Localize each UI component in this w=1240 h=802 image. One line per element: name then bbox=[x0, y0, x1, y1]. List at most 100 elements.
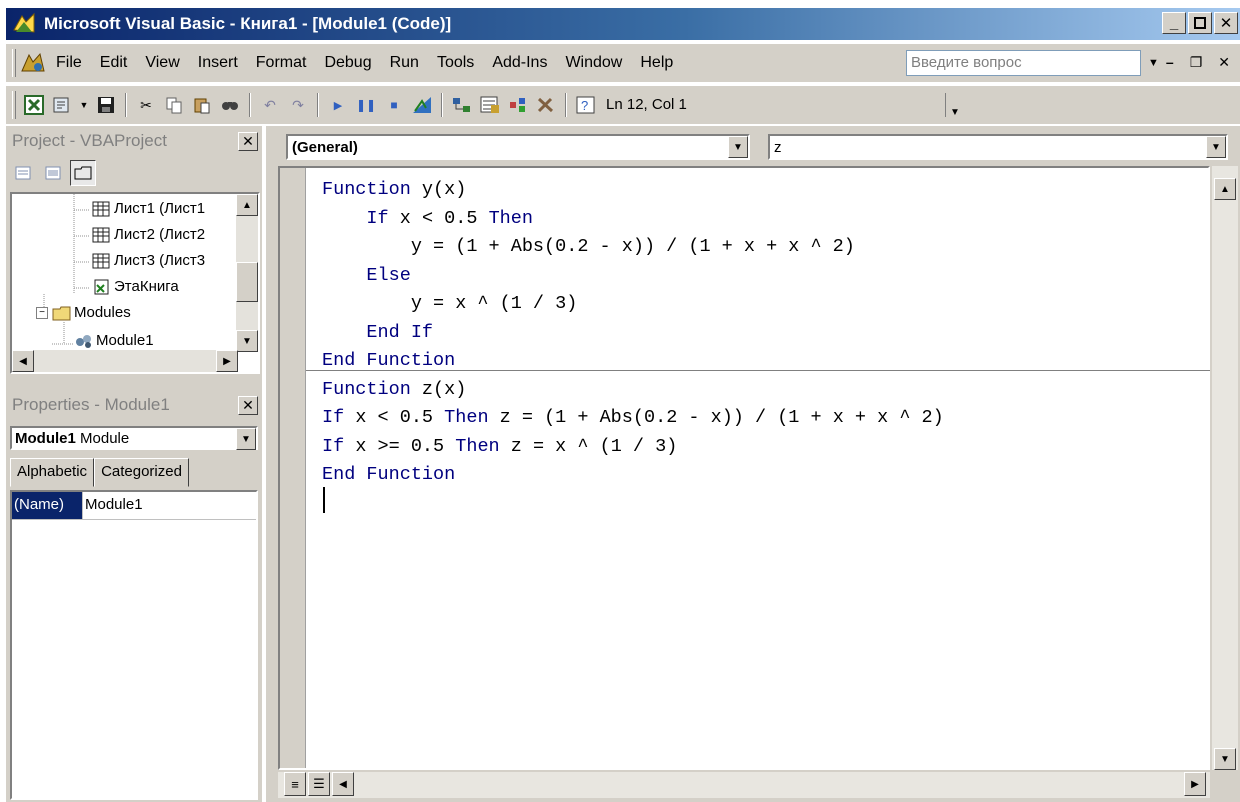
code-line[interactable]: If x < 0.5 Then bbox=[322, 205, 944, 234]
break-icon[interactable]: ❚❚ bbox=[355, 95, 377, 115]
scroll-thumb[interactable] bbox=[236, 262, 258, 302]
object-browser-icon[interactable] bbox=[507, 95, 529, 115]
minimize-button[interactable]: _ bbox=[1162, 12, 1186, 34]
code-line[interactable]: y = (1 + Abs(0.2 - x)) / (1 + x + x ^ 2) bbox=[322, 233, 944, 262]
chevron-down-icon[interactable]: ▼ bbox=[236, 428, 256, 450]
toolbox-icon[interactable] bbox=[535, 95, 557, 115]
project-tree-vscroll[interactable]: ▲ ▼ bbox=[236, 194, 258, 352]
menu-format[interactable]: Format bbox=[256, 54, 307, 72]
help-question-input[interactable]: Введите вопрос bbox=[906, 50, 1141, 76]
code-line[interactable]: If x < 0.5 Then z = (1 + Abs(0.2 - x)) /… bbox=[322, 404, 944, 433]
insert-dropdown-icon[interactable]: ▼ bbox=[79, 95, 89, 115]
save-icon[interactable] bbox=[95, 95, 117, 115]
tab-categorized[interactable]: Categorized bbox=[94, 458, 189, 487]
menu-grip[interactable] bbox=[12, 49, 16, 77]
chevron-down-icon[interactable]: ▼ bbox=[1206, 136, 1226, 158]
vba-menu-icon[interactable] bbox=[20, 51, 46, 75]
code-line[interactable] bbox=[322, 490, 944, 519]
code-line[interactable]: y = x ^ (1 / 3) bbox=[322, 290, 944, 319]
project-explorer-icon[interactable] bbox=[451, 95, 473, 115]
menu-view[interactable]: View bbox=[145, 54, 179, 72]
project-explorer-close-button[interactable]: ✕ bbox=[238, 131, 258, 151]
code-vscroll[interactable]: ▲ ▼ bbox=[1212, 166, 1238, 770]
code-line[interactable]: End Function bbox=[322, 461, 944, 490]
toolbar-options-icon[interactable]: ▼ bbox=[950, 107, 960, 118]
menu-tools[interactable]: Tools bbox=[437, 54, 474, 72]
code-line[interactable]: Function z(x) bbox=[322, 376, 944, 405]
procedure-separator bbox=[306, 370, 1210, 371]
code-editor[interactable]: Function y(x) If x < 0.5 Then y = (1 + A… bbox=[278, 166, 1210, 770]
procedure-view-icon[interactable]: ≡ bbox=[284, 772, 306, 796]
run-icon[interactable]: ▶ bbox=[327, 95, 349, 115]
project-explorer-title: Project - VBAProject bbox=[12, 131, 167, 150]
object-combo[interactable]: (General) ▼ bbox=[286, 134, 750, 160]
menu-add-ins[interactable]: Add-Ins bbox=[492, 54, 547, 72]
help-icon[interactable]: ? bbox=[575, 95, 597, 115]
paste-icon[interactable] bbox=[191, 95, 213, 115]
scroll-down-icon[interactable]: ▼ bbox=[1214, 748, 1236, 770]
full-module-view-icon[interactable]: ☰ bbox=[308, 772, 330, 796]
close-button[interactable]: ✕ bbox=[1214, 12, 1238, 34]
margin-indicator-bar[interactable] bbox=[280, 168, 306, 768]
properties-window-icon[interactable] bbox=[479, 95, 501, 115]
properties-close-button[interactable]: ✕ bbox=[238, 395, 258, 415]
project-explorer-titlebar[interactable]: Project - VBAProject ✕ bbox=[10, 128, 258, 154]
vba-app-icon[interactable] bbox=[12, 12, 38, 36]
code-line[interactable]: Else bbox=[322, 262, 944, 291]
code-line[interactable]: End If bbox=[322, 319, 944, 348]
toggle-folders-button[interactable] bbox=[70, 160, 96, 186]
tree-item-thisworkbook[interactable]: ЭтаКнига bbox=[92, 278, 179, 295]
properties-titlebar[interactable]: Properties - Module1 ✕ bbox=[10, 392, 258, 418]
scroll-right-icon[interactable]: ▶ bbox=[1184, 772, 1206, 796]
title-bar[interactable]: Microsoft Visual Basic - Книга1 - [Modul… bbox=[6, 8, 1240, 40]
scroll-up-icon[interactable]: ▲ bbox=[236, 194, 258, 216]
mdi-close-icon[interactable]: ✕ bbox=[1218, 54, 1230, 71]
reset-icon[interactable]: ■ bbox=[383, 95, 405, 115]
tree-item-modules[interactable]: − Modules bbox=[36, 304, 131, 321]
view-object-button[interactable] bbox=[40, 160, 66, 186]
mdi-restore-icon[interactable]: ❐ bbox=[1190, 54, 1203, 71]
property-row[interactable]: (Name) Module1 bbox=[12, 492, 256, 520]
scroll-up-icon[interactable]: ▲ bbox=[1214, 178, 1236, 200]
menu-file[interactable]: File bbox=[56, 54, 82, 72]
maximize-button[interactable] bbox=[1188, 12, 1212, 34]
code-line[interactable]: If x >= 0.5 Then z = x ^ (1 / 3) bbox=[322, 433, 944, 462]
scroll-down-icon[interactable]: ▼ bbox=[236, 330, 258, 352]
menu-help[interactable]: Help bbox=[640, 54, 673, 72]
help-dropdown-icon[interactable]: ▼ bbox=[1148, 57, 1159, 69]
tree-item-sheet3[interactable]: Лист3 (Лист3 bbox=[92, 252, 205, 269]
tab-alphabetic[interactable]: Alphabetic bbox=[10, 458, 95, 487]
cut-icon[interactable]: ✂ bbox=[135, 95, 157, 115]
procedure-combo[interactable]: z ▼ bbox=[768, 134, 1228, 160]
tree-item-sheet1[interactable]: Лист1 (Лист1 bbox=[92, 200, 205, 217]
properties-grid: (Name) Module1 bbox=[10, 490, 258, 800]
scroll-right-icon[interactable]: ▶ bbox=[216, 350, 238, 372]
scroll-left-icon[interactable]: ◀ bbox=[12, 350, 34, 372]
undo-icon[interactable]: ↶ bbox=[259, 95, 281, 115]
find-icon[interactable] bbox=[219, 95, 241, 115]
scroll-left-icon[interactable]: ◀ bbox=[332, 772, 354, 796]
view-excel-icon[interactable] bbox=[23, 95, 45, 115]
insert-module-icon[interactable] bbox=[51, 95, 73, 115]
design-mode-icon[interactable] bbox=[411, 95, 433, 115]
property-value[interactable]: Module1 bbox=[82, 492, 256, 519]
view-code-button[interactable] bbox=[10, 160, 36, 186]
copy-icon[interactable] bbox=[163, 95, 185, 115]
code-line[interactable]: End Function bbox=[322, 347, 944, 376]
toolbar-grip[interactable] bbox=[12, 91, 16, 119]
menu-window[interactable]: Window bbox=[565, 54, 622, 72]
tree-item-module1[interactable]: Module1 bbox=[74, 332, 154, 349]
menu-run[interactable]: Run bbox=[390, 54, 419, 72]
properties-object-select[interactable]: Module1 Module ▼ bbox=[10, 426, 258, 450]
collapse-icon[interactable]: − bbox=[36, 306, 48, 319]
code-hscroll[interactable]: ≡ ☰ ◀ ▶ bbox=[278, 772, 1210, 798]
tree-item-sheet2[interactable]: Лист2 (Лист2 bbox=[92, 226, 205, 243]
mdi-minimize-icon[interactable]: – bbox=[1166, 54, 1174, 71]
code-line[interactable]: Function y(x) bbox=[322, 176, 944, 205]
menu-edit[interactable]: Edit bbox=[100, 54, 128, 72]
redo-icon[interactable]: ↷ bbox=[287, 95, 309, 115]
menu-debug[interactable]: Debug bbox=[324, 54, 371, 72]
chevron-down-icon[interactable]: ▼ bbox=[728, 136, 748, 158]
menu-insert[interactable]: Insert bbox=[198, 54, 238, 72]
project-tree-hscroll[interactable]: ◀ ▶ bbox=[12, 350, 238, 372]
